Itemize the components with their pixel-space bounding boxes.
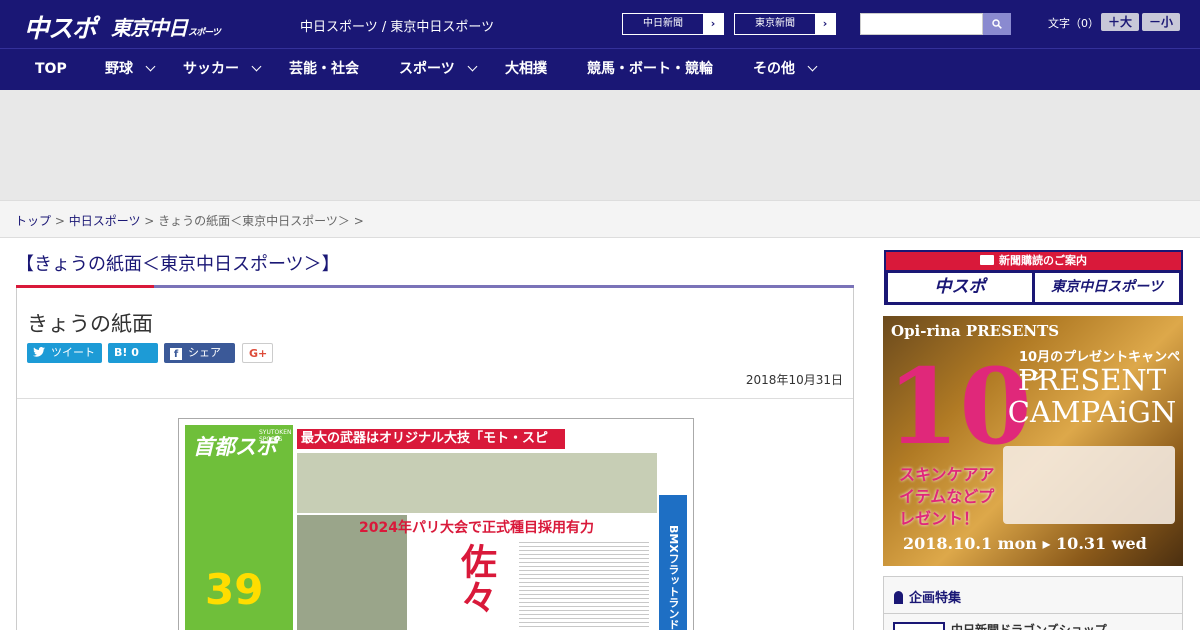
nav-item-sports[interactable]: スポーツ — [399, 49, 478, 90]
feature-divider — [884, 613, 1182, 614]
chunichi-shimbun-link[interactable]: 中日新聞 › — [622, 13, 724, 35]
article-title: きょうの紙面 — [27, 312, 153, 336]
breadcrumb: トップ > 中日スポーツ > きょうの紙面＜東京中日スポーツ＞ > — [15, 212, 364, 229]
subscription-box: 新聞購読のご案内 中スポ 東京中日スポーツ — [884, 250, 1183, 305]
font-size-label: 文字（0） — [1048, 17, 1099, 30]
nav-item-sumo[interactable]: 大相撲 — [505, 49, 547, 90]
chevron-right-icon: › — [703, 14, 723, 34]
feature-title-text: 企画特集 — [909, 591, 962, 606]
tokyo-chunichi-logo[interactable]: 東京中日スポーツ — [111, 12, 221, 41]
nav-item-racing[interactable]: 競馬・ボート・競輪 — [587, 49, 713, 90]
nav-item-top[interactable]: TOP — [35, 49, 67, 90]
breadcrumb-current: きょうの紙面＜東京中日スポーツ＞ > — [158, 214, 364, 228]
nav-item-label: TOP — [35, 61, 67, 77]
breadcrumb-chuspo-link[interactable]: 中日スポーツ — [69, 214, 141, 228]
font-larger-button[interactable]: ＋大 — [1101, 13, 1139, 31]
nav-item-soccer[interactable]: サッカー — [183, 49, 262, 90]
newspaper-icon — [980, 255, 994, 265]
google-plus-button[interactable]: G+ — [242, 343, 273, 363]
promo-present-text: PRESENT CAMPAiGN — [1007, 363, 1177, 429]
newspaper-headline: 最大の武器はオリジナル大技「モト・スピン」 — [297, 429, 565, 466]
newspaper-subheadline: 2024年パリ大会で正式種目採用有力 — [359, 520, 594, 536]
chevron-down-icon — [251, 61, 262, 72]
tokyo-shimbun-label: 東京新聞 — [755, 18, 795, 29]
feature-thumbnail[interactable] — [893, 622, 945, 630]
chunichi-shimbun-label: 中日新聞 — [643, 18, 683, 29]
newspaper-big-number: 39 — [205, 565, 264, 614]
nav-item-label: 競馬・ボート・競輪 — [587, 61, 713, 77]
search-input[interactable] — [860, 13, 983, 35]
breadcrumb-top-link[interactable]: トップ — [15, 214, 51, 228]
ad-banner-area — [0, 90, 1200, 200]
newspaper-athlete-name: 佐々 — [455, 543, 496, 615]
breadcrumb-separator: > — [51, 214, 69, 228]
header-bar: 中スポ 東京中日スポーツ 中日スポーツ / 東京中日スポーツ 中日新聞 › 東京… — [0, 0, 1200, 48]
nav-item-label: スポーツ — [399, 61, 455, 77]
subscribe-tokyo-chunichi-button[interactable]: 東京中日スポーツ — [1035, 273, 1179, 302]
tokyo-chunichi-logo-text: 東京中日 — [111, 16, 188, 40]
article-card: きょうの紙面 ツイート B! 0 f シェア 0 G+ 2018年10月31日 首… — [16, 288, 854, 630]
promo-product-image — [1003, 446, 1175, 524]
hatena-bookmark-button[interactable]: B! 0 — [108, 343, 158, 363]
newspaper-left-column: 首都スポ SYUTOKEN SPORTS 39 — [185, 425, 293, 630]
newspaper-photo — [297, 453, 657, 513]
site-name: 中日スポーツ / 東京中日スポーツ — [300, 20, 495, 35]
main-nav: TOP 野球 サッカー 芸能・社会 スポーツ 大相撲 競馬・ボート・競輪 その他 — [0, 48, 1200, 90]
search-button[interactable] — [983, 13, 1011, 35]
facebook-icon: f — [170, 348, 182, 360]
nav-item-label: 大相撲 — [505, 61, 547, 77]
promo-banner[interactable]: Opi-rina PRESENTS 10月のプレゼントキャンペーン 10 PRE… — [883, 316, 1183, 566]
tokyo-chunichi-logo-suffix: スポーツ — [188, 28, 221, 38]
feature-box: 企画特集 中日新聞ドラゴンズショップ — [883, 576, 1183, 630]
tweet-label: ツイート — [51, 346, 95, 359]
subscription-title-text: 新聞購読のご案内 — [999, 254, 1087, 267]
chevron-down-icon — [467, 61, 478, 72]
newspaper-side-banner: BMXフラットランド — [659, 495, 687, 630]
newspaper-front-page-image[interactable]: 首都スポ SYUTOKEN SPORTS 39 最大の武器はオリジナル大技「モト… — [178, 418, 694, 630]
breadcrumb-separator: > — [140, 214, 159, 228]
nav-item-label: 芸能・社会 — [289, 61, 359, 77]
article-divider — [17, 398, 853, 399]
nav-item-label: 野球 — [105, 61, 133, 77]
font-smaller-button[interactable]: －小 — [1142, 13, 1180, 31]
tweet-button[interactable]: ツイート — [27, 343, 102, 363]
chevron-right-icon: › — [815, 14, 835, 34]
section-heading: 【きょうの紙面＜東京中日スポーツ＞】 — [16, 254, 340, 275]
newspaper-logo-sub: SYUTOKEN SPORTS — [259, 429, 292, 443]
nav-item-label: サッカー — [183, 61, 239, 77]
article-date: 2018年10月31日 — [745, 373, 843, 387]
subscribe-chuspo-button[interactable]: 中スポ — [888, 273, 1032, 302]
nav-item-label: その他 — [753, 61, 795, 77]
ribbon-icon — [894, 591, 903, 604]
twitter-icon — [33, 347, 45, 357]
promo-brand: Opi-rina PRESENTS — [891, 322, 1060, 340]
nav-item-entertainment[interactable]: 芸能・社会 — [289, 49, 359, 90]
search-icon — [992, 19, 1002, 29]
feature-item-link[interactable]: 中日新聞ドラゴンズショップ — [951, 621, 1107, 630]
chuspo-logo[interactable]: 中スポ — [24, 9, 97, 45]
nav-item-other[interactable]: その他 — [753, 49, 818, 90]
chevron-down-icon — [807, 61, 818, 72]
promo-dates: 2018.10.1 mon ▸ 10.31 wed — [903, 534, 1147, 553]
nav-item-baseball[interactable]: 野球 — [105, 49, 156, 90]
feature-title: 企画特集 — [894, 587, 961, 606]
tokyo-shimbun-link[interactable]: 東京新聞 › — [734, 13, 836, 35]
newspaper-body-text — [519, 539, 649, 629]
subscription-title: 新聞購読のご案内 — [886, 252, 1181, 270]
chevron-down-icon — [145, 61, 156, 72]
promo-skincare-text: スキンケアアイテムなどプレゼント！ — [899, 465, 995, 528]
facebook-share-button[interactable]: f シェア 0 — [164, 343, 235, 379]
breadcrumb-bar: トップ > 中日スポーツ > きょうの紙面＜東京中日スポーツ＞ > — [0, 200, 1200, 238]
